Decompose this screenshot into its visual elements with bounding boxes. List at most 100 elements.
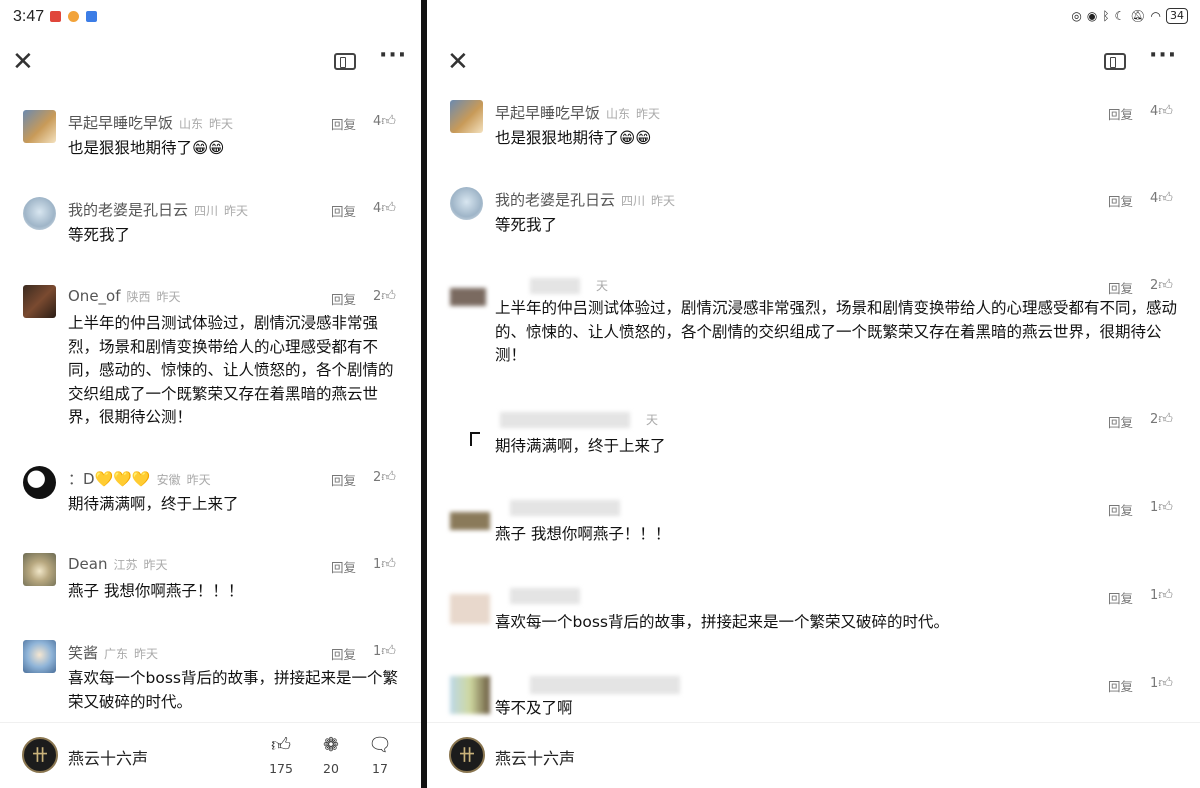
split-view-icon[interactable] bbox=[1104, 53, 1126, 70]
close-icon[interactable]: ✕ bbox=[12, 49, 34, 75]
like-button[interactable]: 4👍︎ bbox=[1150, 102, 1173, 119]
reply-button[interactable]: 回复 bbox=[1108, 412, 1133, 431]
reply-button[interactable]: 回复 bbox=[1108, 500, 1133, 519]
avatar[interactable] bbox=[450, 100, 483, 133]
blurred-username bbox=[510, 500, 620, 516]
game-logo[interactable]: 卄 bbox=[449, 737, 485, 773]
thumb-up-icon: 👍︎ bbox=[1158, 190, 1173, 206]
comment-text: 上半年的仲吕测试体验过，剧情沉浸感非常强烈，场景和剧情变换带给人的心理感受都有不… bbox=[68, 314, 394, 426]
like-button[interactable]: 1👍︎ bbox=[373, 642, 396, 659]
avatar[interactable] bbox=[23, 640, 56, 673]
reply-button[interactable]: 回复 bbox=[331, 114, 356, 133]
comment-action-button[interactable]: 🗨︎ 17 bbox=[363, 733, 397, 776]
reply-button[interactable]: 回复 bbox=[1108, 191, 1133, 210]
avatar[interactable] bbox=[23, 197, 56, 230]
more-icon[interactable]: ··· bbox=[379, 44, 407, 68]
blurred-username bbox=[530, 278, 580, 294]
like-button[interactable]: 1👍︎ bbox=[373, 555, 396, 572]
share-count: 20 bbox=[323, 761, 339, 776]
game-name[interactable]: 燕云十六声 bbox=[495, 745, 575, 769]
reply-button[interactable]: 回复 bbox=[1108, 588, 1133, 607]
comment-item: Dean 江苏 昨天 回复 1👍︎ 燕子 我想你啊燕子！！！ bbox=[23, 553, 403, 613]
game-name[interactable]: 燕云十六声 bbox=[68, 745, 148, 769]
split-view-icon[interactable] bbox=[334, 53, 356, 70]
comment-username[interactable]: 天 bbox=[590, 276, 608, 294]
thumb-up-icon: 👍︎ bbox=[381, 643, 396, 659]
top-bar: ✕ ··· bbox=[427, 44, 1200, 80]
reply-button[interactable]: 回复 bbox=[331, 470, 356, 489]
like-button[interactable]: 1👍︎ bbox=[1150, 498, 1173, 515]
avatar[interactable] bbox=[450, 288, 486, 306]
comment-item: 早起早睡吃早饭 山东 昨天 回复 4👍︎ 也是狠狠地期待了😁😁 bbox=[23, 110, 403, 170]
thumb-up-icon: 👍︎ bbox=[1158, 675, 1173, 691]
thumb-up-icon: 👍︎ bbox=[1158, 277, 1173, 293]
comment-username[interactable]: Dean 江苏 昨天 bbox=[68, 555, 168, 573]
reply-button[interactable]: 回复 bbox=[1108, 278, 1133, 297]
comment-text: 燕子 我想你啊燕子！！！ bbox=[495, 525, 671, 543]
comment-count: 17 bbox=[372, 761, 388, 776]
more-icon[interactable]: ··· bbox=[1149, 44, 1177, 68]
avatar[interactable] bbox=[23, 553, 56, 586]
like-action-button[interactable]: 👍︎ 175 bbox=[264, 733, 298, 776]
thumb-up-icon: 👍︎ bbox=[381, 469, 396, 485]
comment-item: ：D💛💛💛 安徽 昨天 回复 2👍︎ 期待满满啊，终于上来了 bbox=[23, 466, 403, 526]
status-time: 3:47 bbox=[13, 8, 45, 25]
blurred-username bbox=[510, 588, 580, 604]
status-bar: 3:47 bbox=[0, 0, 421, 34]
comment-username[interactable]: 早起早睡吃早饭 山东 昨天 bbox=[495, 102, 660, 123]
reply-button[interactable]: 回复 bbox=[331, 289, 356, 308]
right-pane: ◎ ◉ ᛒ ☾ 🔕︎ ◠ 34 ✕ ··· 早起早睡吃早饭 山东 昨天 回复 4👍︎… bbox=[427, 0, 1200, 788]
comment-text: 上半年的仲吕测试体验过，剧情沉浸感非常强烈，场景和剧情变换带给人的心理感受都有不… bbox=[495, 299, 1178, 364]
avatar[interactable] bbox=[450, 512, 490, 530]
like-button[interactable]: 2👍︎ bbox=[373, 468, 396, 485]
thumb-up-icon: 👍︎ bbox=[381, 288, 396, 304]
comment-username[interactable]: ：D💛💛💛 安徽 昨天 bbox=[68, 468, 211, 489]
bluetooth-icon: ᛒ bbox=[1102, 9, 1110, 23]
like-button[interactable]: 4👍︎ bbox=[373, 112, 396, 129]
moon-icon: ☾ bbox=[1114, 9, 1126, 23]
like-button[interactable]: 2👍︎ bbox=[373, 287, 396, 304]
comment-username[interactable]: 我的老婆是孔日云 四川 昨天 bbox=[68, 199, 248, 220]
comment-username[interactable]: 笑酱 广东 昨天 bbox=[68, 642, 158, 663]
like-button[interactable]: 1👍︎ bbox=[1150, 674, 1173, 691]
like-button[interactable]: 2👍︎ bbox=[1150, 276, 1173, 293]
close-icon[interactable]: ✕ bbox=[447, 49, 469, 75]
reply-button[interactable]: 回复 bbox=[331, 644, 356, 663]
comment-item: 回复 1👍︎ 喜欢每一个boss背后的故事，拼接起来是一个繁荣又破碎的时代。 bbox=[450, 584, 1180, 644]
thumb-up-icon: 👍︎ bbox=[381, 200, 396, 216]
avatar[interactable] bbox=[470, 432, 480, 446]
comment-item: 我的老婆是孔日云 四川 昨天 回复 4👍︎ 等死我了 bbox=[23, 197, 403, 257]
like-button[interactable]: 1👍︎ bbox=[1150, 586, 1173, 603]
bottom-bar: 卄 燕云十六声 bbox=[427, 722, 1200, 788]
share-action-button[interactable]: ❁ 20 bbox=[314, 733, 348, 776]
battery-icon: 34 bbox=[1166, 8, 1188, 24]
wifi-icon: ◠ bbox=[1150, 9, 1161, 23]
avatar[interactable] bbox=[450, 676, 490, 714]
like-button[interactable]: 2👍︎ bbox=[1150, 410, 1173, 427]
comment-username[interactable]: One_of 陕西 昨天 bbox=[68, 287, 181, 305]
comment-text: 等死我了 bbox=[495, 216, 558, 234]
comment-username[interactable]: 天 bbox=[640, 410, 658, 428]
avatar[interactable] bbox=[450, 187, 483, 220]
comment-item: 天 回复 2👍︎ 上半年的仲吕测试体验过，剧情沉浸感非常强烈，场景和剧情变换带给… bbox=[450, 274, 1180, 374]
avatar[interactable] bbox=[23, 285, 56, 318]
reply-button[interactable]: 回复 bbox=[1108, 104, 1133, 123]
reply-button[interactable]: 回复 bbox=[331, 557, 356, 576]
like-button[interactable]: 4👍︎ bbox=[373, 199, 396, 216]
avatar[interactable] bbox=[450, 594, 490, 624]
like-button[interactable]: 4👍︎ bbox=[1150, 189, 1173, 206]
avatar[interactable] bbox=[23, 466, 56, 499]
bottom-bar: 卄 燕云十六声 👍︎ 175 ❁ 20 🗨︎ 17 bbox=[0, 722, 421, 788]
reply-button[interactable]: 回复 bbox=[1108, 676, 1133, 695]
reply-button[interactable]: 回复 bbox=[331, 201, 356, 220]
comment-item: 笑酱 广东 昨天 回复 1👍︎ 喜欢每一个boss背后的故事，拼接起来是一个繁荣又破… bbox=[23, 640, 403, 720]
comment-username[interactable]: 我的老婆是孔日云 四川 昨天 bbox=[495, 189, 675, 210]
comment-username[interactable]: 早起早睡吃早饭 山东 昨天 bbox=[68, 112, 233, 133]
comment-text: 喜欢每一个boss背后的故事，拼接起来是一个繁荣又破碎的时代。 bbox=[68, 669, 398, 711]
thumb-up-icon: 👍︎ bbox=[1158, 103, 1173, 119]
avatar[interactable] bbox=[23, 110, 56, 143]
left-pane: 3:47 ✕ ··· 早起早睡吃早饭 山东 昨天 回复 4👍︎ 也是狠狠地期待了😁😁… bbox=[0, 0, 421, 788]
game-logo[interactable]: 卄 bbox=[22, 737, 58, 773]
comment-text: 燕子 我想你啊燕子！！！ bbox=[68, 582, 244, 600]
comment-text: 期待满满啊，终于上来了 bbox=[68, 495, 239, 513]
